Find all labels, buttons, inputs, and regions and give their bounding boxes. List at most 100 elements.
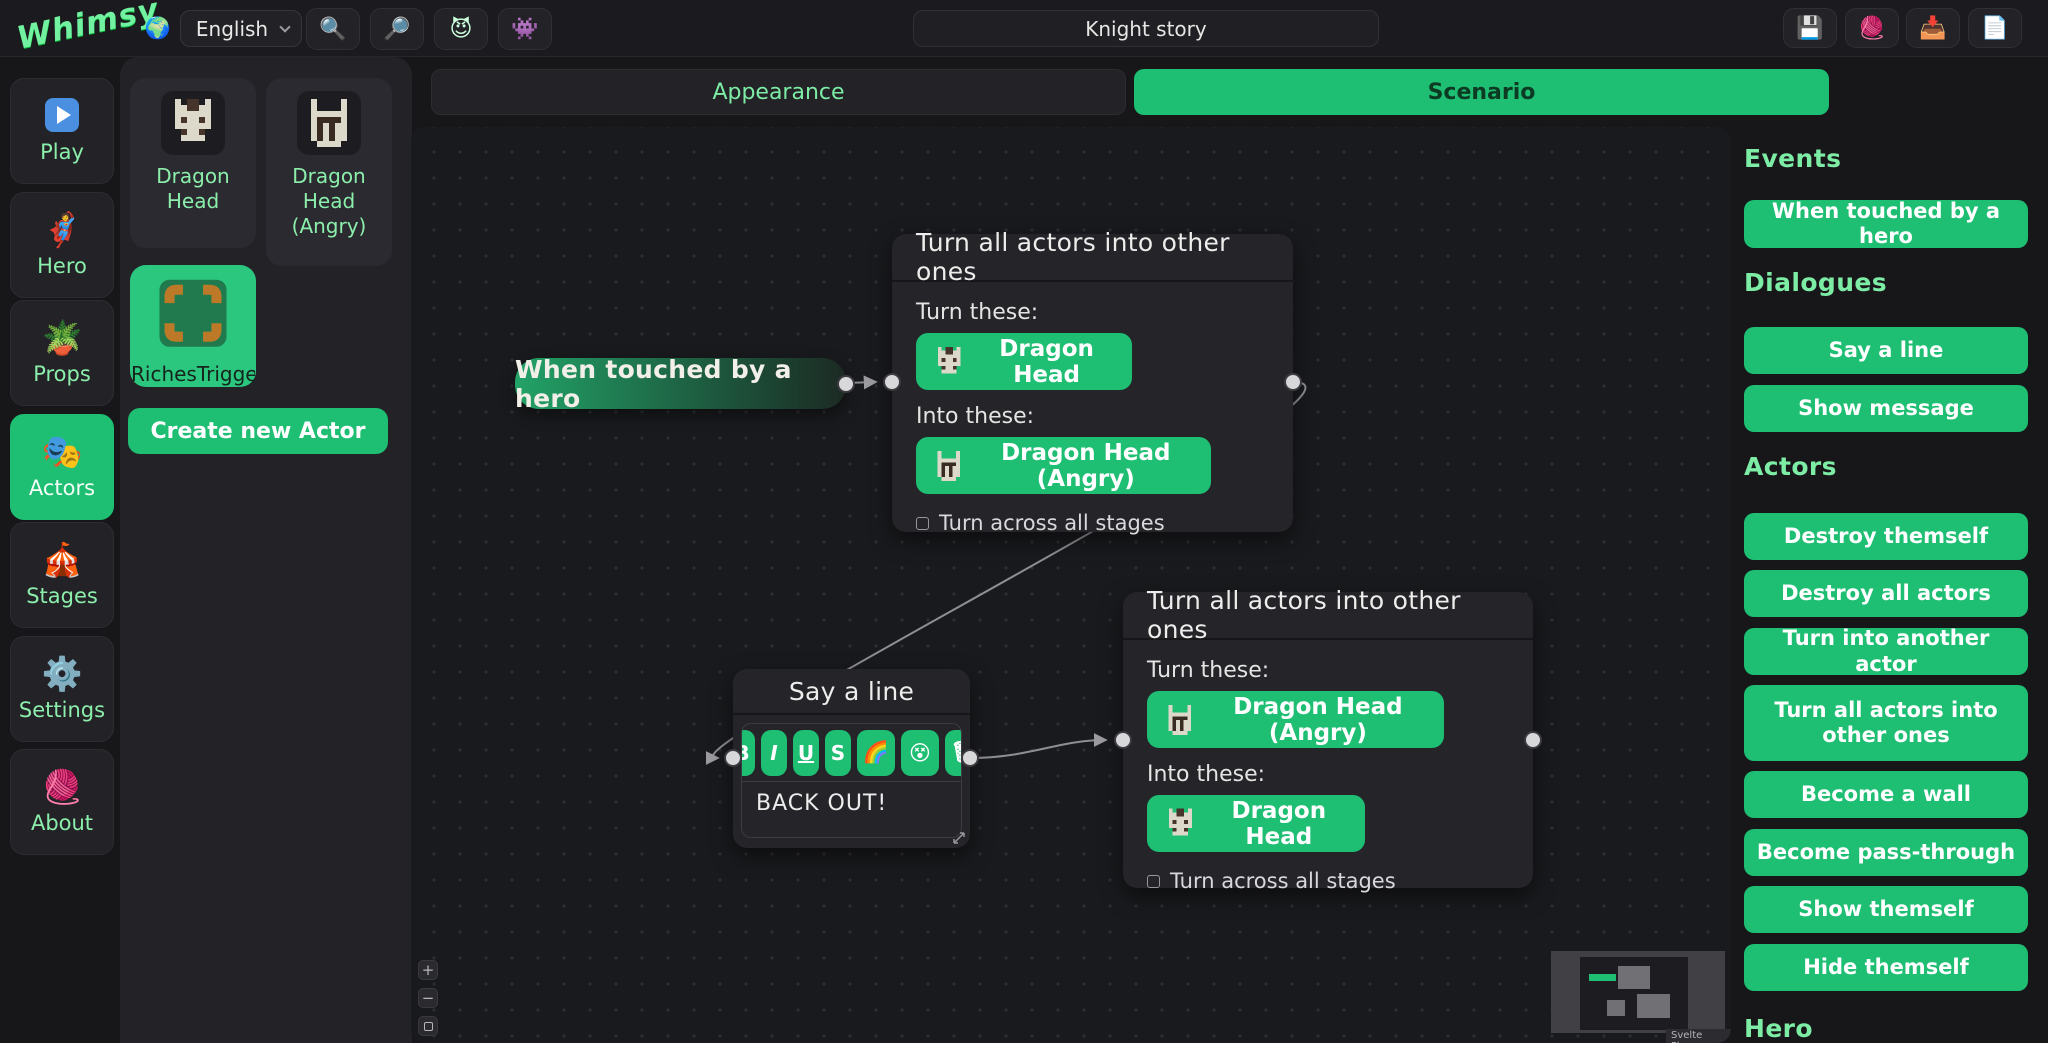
action-destroy-themself[interactable]: Destroy themself [1744,513,2028,560]
actor-card-label: Dragon Head (Angry) [266,164,392,239]
handle-event-output[interactable] [837,375,855,393]
turn-across-stages-checkbox-row[interactable]: Turn across all stages [1147,869,1509,893]
action-become-a-wall[interactable]: Become a wall [1744,771,2028,818]
event-node-when-touched[interactable]: When touched by a hero [515,358,846,409]
trash-button[interactable]: 🗑 [945,730,961,776]
handle-say-output[interactable] [961,749,979,767]
monster-icon: 👾 [511,17,538,42]
document-button[interactable]: 📄 [1968,8,2022,48]
text-format-toolbar: B I U S 🌈 😵 🗑 [741,724,961,782]
actors-panel: Dragon Head Dragon Head (Angry) [120,57,412,1043]
sidebar-item-play[interactable]: Play [10,78,114,184]
action-destroy-all-actors[interactable]: Destroy all actors [1744,570,2028,617]
bold-icon: B [741,741,750,765]
section-heading-dialogues: Dialogues [1744,268,1887,297]
devil-face-button[interactable]: 😈 [434,8,488,50]
node-title: Say a line [733,669,970,715]
turn-these-label: Turn these: [916,300,1269,325]
theater-masks-icon: 🎭 [41,435,82,468]
sidebar-item-label: Actors [29,476,95,500]
checkbox[interactable] [916,517,929,530]
tab-appearance[interactable]: Appearance [431,69,1126,115]
minimap[interactable] [1551,951,1725,1033]
actor-card-dragon-head[interactable]: Dragon Head [130,78,256,248]
fit-view-control[interactable] [418,1016,438,1036]
node-turn-all-actors-1[interactable]: Turn all actors into other ones Turn the… [892,234,1293,532]
sidebar-item-label: About [31,811,93,835]
rainbow-button[interactable]: 🌈 [857,730,895,776]
checkbox-label: Turn across all stages [939,511,1165,535]
app-root: Whimsy 🌍 English 🔍 🔎 😈 👾 💾 🧶 📥 📄 Play 🦸 … [0,0,2048,1043]
inbox-tray-icon: 📥 [1919,16,1946,41]
action-turn-into-another-actor[interactable]: Turn into another actor [1744,628,2028,675]
action-say-a-line[interactable]: Say a line [1744,327,2028,374]
into-actor-select-button[interactable]: Dragon Head [1147,795,1365,852]
sidebar-item-actors[interactable]: 🎭 Actors [10,414,114,520]
action-become-pass-through[interactable]: Become pass-through [1744,829,2028,876]
handle-say-input[interactable] [724,749,742,767]
checkbox[interactable] [1147,875,1160,888]
into-actor-name: Dragon Head (Angry) [979,440,1193,492]
action-turn-all-actors-into-other-ones[interactable]: Turn all actors into other ones [1744,685,2028,761]
sidebar-item-settings[interactable]: ⚙️ Settings [10,636,114,742]
sidebar-item-label: Props [33,362,91,386]
sidebar-item-props[interactable]: 🪴 Props [10,300,114,406]
say-editor: B I U S 🌈 😵 🗑 BACK OUT! [741,723,962,838]
language-select[interactable]: English [180,10,302,47]
section-heading-events: Events [1744,144,1841,173]
node-say-a-line[interactable]: Say a line B I U S 🌈 😵 🗑 BACK OUT! [733,669,970,848]
resize-handle-icon[interactable] [951,830,967,846]
italic-button[interactable]: I [761,730,787,776]
turn-actor-select-button[interactable]: Dragon Head (Angry) [1147,691,1444,748]
minimap-node-turn1 [1618,966,1650,989]
action-show-themself[interactable]: Show themself [1744,886,2028,933]
zoom-in-control[interactable]: + [418,960,438,980]
handle-turn2-output[interactable] [1524,731,1542,749]
actor-card-dragon-head-angry[interactable]: Dragon Head (Angry) [266,78,392,266]
import-button[interactable]: 📥 [1906,8,1960,48]
handle-turn1-output[interactable] [1284,373,1302,391]
save-button[interactable]: 💾 [1783,8,1837,48]
story-title-input[interactable] [913,10,1379,47]
bold-button[interactable]: B [741,730,755,776]
turn-actor-name: Dragon Head (Angry) [1210,694,1426,746]
actor-card-label: Dragon Head [130,164,256,214]
action-show-message[interactable]: Show message [1744,385,2028,432]
sidebar-item-stages[interactable]: 🎪 Stages [10,522,114,628]
sidebar-item-about[interactable]: 🧶 About [10,749,114,855]
dialogue-text-area[interactable]: BACK OUT! [742,782,961,825]
turn-across-stages-checkbox-row[interactable]: Turn across all stages [916,511,1269,535]
magnifier-right-icon: 🔎 [383,17,410,42]
chevron-down-icon [279,21,290,32]
node-turn-all-actors-2[interactable]: Turn all actors into other ones Turn the… [1123,592,1533,888]
into-actor-select-button[interactable]: Dragon Head (Angry) [916,437,1211,494]
language-selected-value: English [193,17,271,41]
strikethrough-button[interactable]: S [825,730,851,776]
monster-button[interactable]: 👾 [498,8,552,50]
handle-turn2-input[interactable] [1114,731,1132,749]
zoom-out-control[interactable]: − [418,988,438,1008]
handle-turn1-input[interactable] [883,373,901,391]
svelte-flow-attribution: Svelte Flow [1666,1029,1731,1043]
turn-actor-select-button[interactable]: Dragon Head [916,333,1132,390]
zoom-in-button[interactable]: 🔍 [306,8,360,50]
action-hide-themself[interactable]: Hide themself [1744,944,2028,991]
yarn-icon: 🧶 [41,770,82,803]
document-icon: 📄 [1981,16,2008,41]
section-heading-actors: Actors [1744,452,1837,481]
dragon-head-icon [1165,805,1196,843]
zoom-out-button[interactable]: 🔎 [370,8,424,50]
edge-say-to-turn2 [970,740,1105,758]
action-when-touched-by-a-hero[interactable]: When touched by a hero [1744,200,2028,248]
actor-card-riches-trigger[interactable]: RichesTrigger [130,265,256,387]
sidebar-item-hero[interactable]: 🦸 Hero [10,192,114,298]
tab-scenario[interactable]: Scenario [1134,69,1829,115]
crazy-face-button[interactable]: 😵 [901,730,939,776]
dragon-head-icon [161,91,225,155]
scenario-canvas[interactable]: When touched by a hero Turn all actors i… [411,127,1731,1043]
actor-card-label: RichesTrigger [131,362,255,387]
yarn-button[interactable]: 🧶 [1845,8,1899,48]
trigger-frame-icon [152,273,234,353]
create-new-actor-button[interactable]: Create new Actor [128,408,388,454]
underline-button[interactable]: U [793,730,819,776]
